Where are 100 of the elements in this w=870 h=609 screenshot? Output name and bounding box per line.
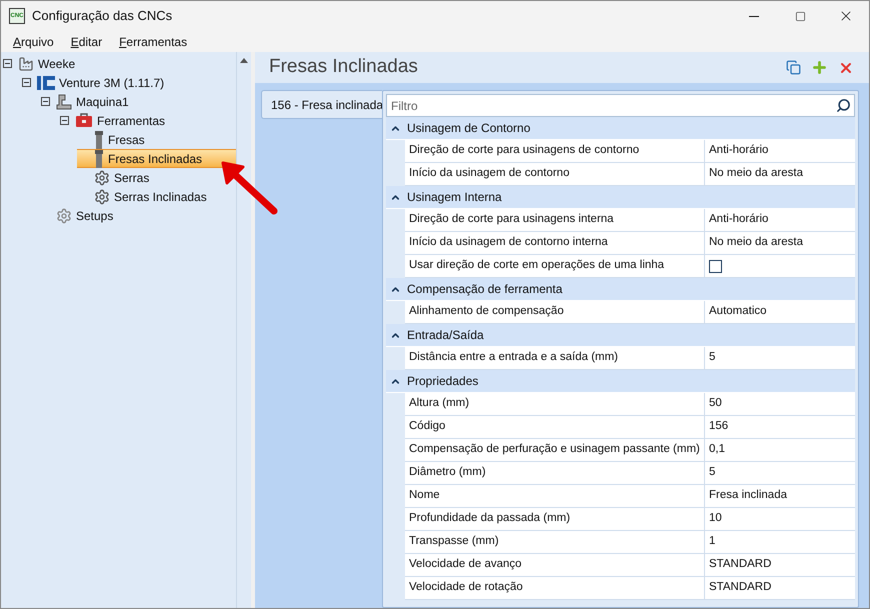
tree-item[interactable]: Fresas — [77, 130, 145, 149]
plus-icon — [811, 59, 828, 76]
window-title: Configuração das CNCs — [32, 7, 172, 26]
search-icon[interactable] — [836, 98, 851, 113]
expander-icon[interactable] — [60, 116, 69, 125]
property-name: Código — [405, 416, 705, 439]
property-value[interactable]: No meio da aresta — [705, 163, 855, 186]
property-name: Distância entre a entrada e a saída (mm) — [405, 347, 705, 370]
property-value[interactable]: Automatico — [705, 301, 855, 324]
pointer-arrow-drawing — [219, 159, 279, 217]
property-value[interactable]: Fresa inclinada — [705, 485, 855, 508]
scrollbar[interactable] — [236, 52, 251, 608]
category-header[interactable]: Entrada/Saída — [386, 324, 855, 347]
property-name: Usar direção de corte em operações de uma linha — [405, 255, 705, 278]
tree-label: Venture 3M (1.11.7) — [59, 74, 164, 92]
property-value[interactable]: 156 — [705, 416, 855, 439]
value-text: 5 — [709, 465, 716, 480]
scroll-up-icon[interactable] — [240, 58, 248, 63]
saw-blade-icon — [94, 188, 110, 204]
property-value[interactable]: STANDARD — [705, 577, 855, 600]
value-text: 1 — [709, 534, 716, 550]
tree-item[interactable]: Serras Inclinadas — [77, 187, 207, 206]
property-value[interactable]: 50 — [705, 393, 855, 416]
property-name: Nome — [405, 485, 705, 508]
value-text: 50 — [709, 396, 722, 412]
tree-label: Setups — [76, 208, 114, 224]
value-text: Anti-horário — [709, 212, 768, 228]
property-name: Direção de corte para usinagens interna — [405, 209, 705, 232]
category-label: Usinagem Interna — [407, 189, 502, 206]
expander-icon[interactable] — [41, 97, 50, 106]
property-value[interactable]: Anti-horário — [705, 140, 855, 163]
menu-item[interactable]: Arquivo — [5, 32, 62, 50]
copy-button[interactable] — [785, 59, 802, 76]
property-value[interactable]: 5 — [705, 462, 855, 485]
property-value[interactable]: 1 — [705, 531, 855, 554]
category-header[interactable]: Usinagem Interna — [386, 186, 855, 209]
tree-label: Serras — [114, 170, 150, 186]
property-value[interactable]: STANDARD — [705, 554, 855, 577]
expander-icon[interactable] — [22, 78, 31, 87]
property-value[interactable]: No meio da aresta — [705, 232, 855, 255]
menu-item[interactable]: Ferramentas — [111, 32, 196, 50]
tree-item[interactable]: Serras — [77, 168, 150, 187]
property-name: Velocidade de rotação — [405, 577, 705, 600]
property-name: Diâmetro (mm) — [405, 462, 705, 485]
category-label: Propriedades — [407, 373, 478, 390]
property-name: Velocidade de avanço — [405, 554, 705, 577]
tree-label: Maquina1 — [76, 94, 129, 110]
side-tab[interactable]: 156 - Fresa inclinada — [261, 90, 382, 119]
category-header[interactable]: Compensação de ferramenta — [386, 278, 855, 301]
value-text: No meio da aresta — [709, 166, 803, 182]
tree-label: Ferramentas — [97, 112, 166, 130]
tree-label: Fresas — [108, 132, 145, 148]
tree-label: Serras Inclinadas — [114, 188, 207, 206]
tree-item[interactable]: Ferramentas — [58, 111, 166, 130]
value-text: Automatico — [709, 304, 767, 320]
copy-icon — [786, 60, 801, 75]
category-header[interactable]: Propriedades — [386, 370, 855, 393]
property-value[interactable]: 0,1 — [705, 439, 855, 462]
checkbox[interactable] — [709, 260, 722, 272]
property-name: Altura (mm) — [405, 393, 705, 416]
saw-blade-icon — [94, 170, 110, 186]
maximize-icon — [794, 10, 806, 22]
tree-item[interactable]: Weeke — [1, 54, 76, 73]
tree-item[interactable]: Venture 3M (1.11.7) — [20, 73, 164, 92]
expander-icon[interactable] — [3, 59, 12, 68]
property-value[interactable]: Anti-horário — [705, 209, 855, 232]
value-text: Fresa inclinada — [709, 488, 787, 504]
property-name: Direção de corte para usinagens de contorno — [405, 140, 705, 163]
value-text: STANDARD — [709, 580, 772, 596]
category-label: Usinagem de Contorno — [407, 120, 530, 137]
machine-logo-icon — [37, 76, 55, 90]
gear-icon — [56, 208, 72, 224]
tree-item[interactable]: Maquina1 — [39, 92, 129, 111]
property-value[interactable]: 5 — [705, 347, 855, 370]
tree-label: Fresas Inclinadas — [108, 150, 202, 168]
filter-field[interactable]: Filtro — [386, 94, 855, 117]
property-name: Início da usinagem de contorno — [405, 163, 705, 186]
value-text: 10 — [709, 511, 722, 526]
property-name: Profundidade da passada (mm) — [405, 508, 705, 531]
value-text: 0,1 — [709, 442, 725, 458]
value-text: 5 — [709, 350, 716, 366]
menu-item[interactable]: Editar — [62, 32, 110, 50]
property-name: Compensação de perfuração e usinagem passante (mm) — [405, 439, 705, 462]
category-label: Entrada/Saída — [407, 327, 484, 344]
property-name: Alinhamento de compensação — [405, 301, 705, 324]
cutter-icon — [94, 130, 104, 148]
value-text: 156 — [709, 419, 728, 434]
tree-label: Weeke — [38, 56, 76, 72]
cutter-icon — [94, 150, 104, 168]
property-name: Início da usinagem de contorno interna — [405, 232, 705, 255]
value-text: No meio da aresta — [709, 235, 803, 250]
factory-icon — [18, 56, 34, 72]
panel-title: Fresas Inclinadas — [269, 55, 418, 80]
value-text: STANDARD — [709, 557, 772, 572]
property-value[interactable]: 10 — [705, 508, 855, 531]
value-text: Anti-horário — [709, 143, 768, 158]
category-label: Compensação de ferramenta — [407, 281, 562, 298]
property-name: Transpasse (mm) — [405, 531, 705, 554]
category-header[interactable]: Usinagem de Contorno — [386, 117, 855, 140]
tree-item[interactable]: Setups — [39, 206, 114, 225]
